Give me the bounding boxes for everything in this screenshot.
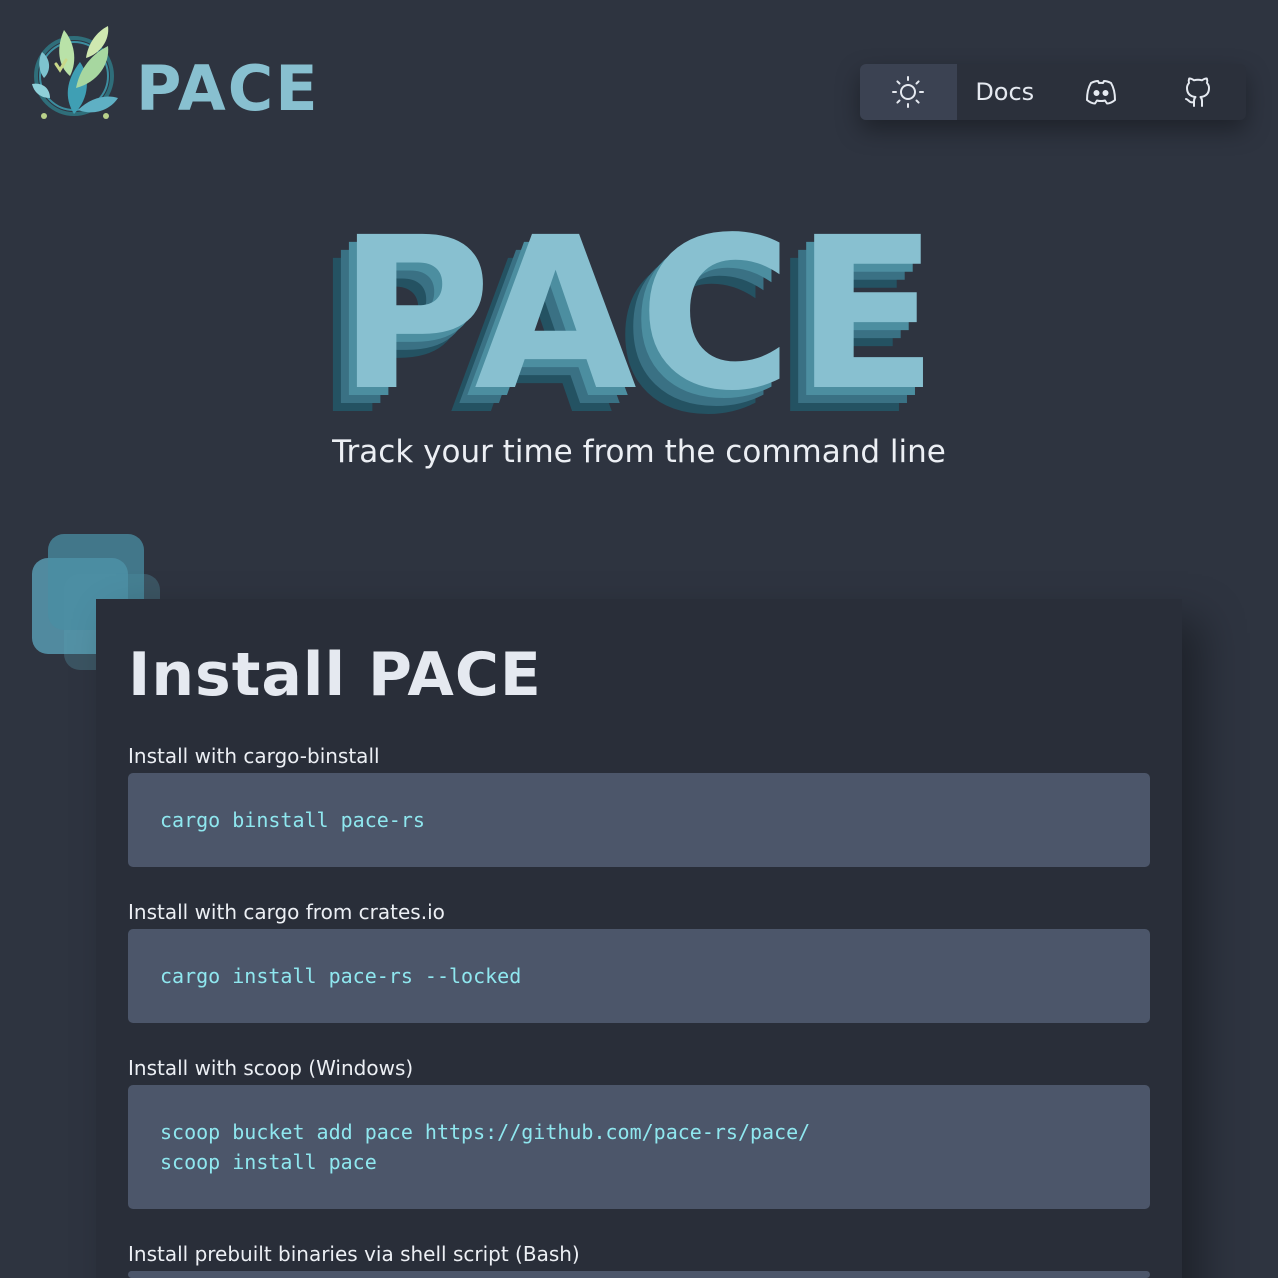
code-line: scoop bucket add pace https://github.com… — [160, 1120, 811, 1144]
install-method-label: Install with scoop (Windows) — [128, 1056, 414, 1080]
code-block[interactable]: cargo install pace-rs --locked — [128, 929, 1150, 1023]
install-method-label: Install prebuilt binaries via shell scri… — [128, 1242, 580, 1266]
discord-icon — [1086, 80, 1117, 105]
install-title: Install PACE — [128, 640, 542, 710]
site-logo[interactable]: PACE — [30, 18, 320, 122]
leaf-clock-logo-icon — [32, 26, 118, 119]
code-block[interactable]: scoop bucket add pace https://github.com… — [128, 1085, 1150, 1209]
docs-link[interactable]: Docs — [957, 64, 1054, 120]
hero-title: PACE PACE PACE PACE — [314, 192, 941, 444]
github-link[interactable] — [1150, 64, 1247, 120]
hero-title-text: PACE — [337, 192, 941, 437]
header-nav: Docs — [860, 64, 1246, 120]
github-icon — [1184, 77, 1210, 107]
theme-toggle-button[interactable] — [860, 64, 957, 120]
discord-link[interactable] — [1053, 64, 1150, 120]
code-line: cargo install pace-rs --locked — [160, 964, 522, 988]
install-method-label: Install with cargo-binstall — [128, 744, 380, 768]
sun-icon — [892, 76, 925, 108]
install-method-label: Install with cargo from crates.io — [128, 900, 445, 924]
code-line: scoop install pace — [160, 1150, 377, 1174]
code-block[interactable]: cargo binstall pace-rs — [128, 773, 1150, 867]
code-line: cargo binstall pace-rs — [160, 808, 425, 832]
hero-section: PACE PACE PACE PACE Track your time from… — [0, 192, 1278, 471]
code-block[interactable] — [128, 1271, 1150, 1278]
logo-text: PACE — [136, 52, 320, 125]
